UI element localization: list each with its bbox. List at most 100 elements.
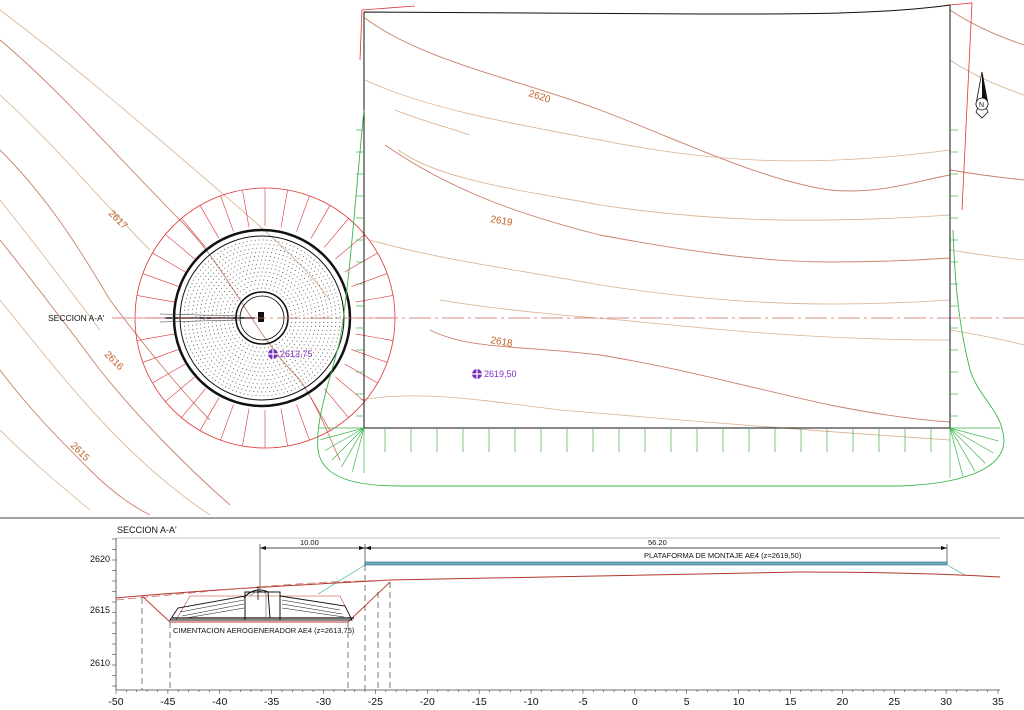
y-tick-label: 2615 xyxy=(90,605,110,615)
x-tick-label: -10 xyxy=(523,696,538,708)
slope-tick xyxy=(296,195,310,232)
platform-outline xyxy=(363,4,951,429)
platform-slab xyxy=(364,561,948,566)
contour-line xyxy=(384,144,951,263)
contour-line-minor xyxy=(0,9,331,301)
contour-line-minor xyxy=(0,199,101,331)
x-tick-label: -40 xyxy=(212,696,227,708)
contour-label: 2620 xyxy=(527,88,552,105)
slope-tick xyxy=(136,295,175,303)
slope-tick xyxy=(152,363,186,384)
spot-level-foundation: 2613,75 xyxy=(268,349,313,359)
x-tick-label: 20 xyxy=(837,696,849,708)
contour-label: 2617 xyxy=(106,208,130,232)
profile-title: SECCION A-A' xyxy=(117,525,177,535)
x-tick-label: 0 xyxy=(632,696,638,708)
platform-label: PLATAFORMA DE MONTAJE AE4 (z=2619,50) xyxy=(644,551,802,560)
x-tick-label: 35 xyxy=(992,696,1004,708)
slope-tick xyxy=(152,252,186,273)
slope-tick xyxy=(142,273,179,287)
existing-terrain-dashed xyxy=(115,579,391,601)
slope-tick xyxy=(323,218,349,248)
contour-line-minor xyxy=(949,329,1024,346)
x-tick-label: -5 xyxy=(578,696,587,708)
foundation-label: CIMENTACION AEROGENERADOR AE4 (z=2613,75… xyxy=(173,626,355,635)
x-tick-label: -30 xyxy=(316,696,331,708)
slope-tick xyxy=(351,273,388,287)
spot-level-value: 2613,75 xyxy=(280,349,313,359)
contour-line xyxy=(949,9,1024,46)
slope-tick xyxy=(323,388,349,418)
y-tick-label: 2610 xyxy=(90,658,110,668)
contour-label: 2615 xyxy=(68,440,92,464)
slope-tick xyxy=(199,397,220,431)
plan-view: 2620 2619 2618 2617 2616 2615 SECCION A-… xyxy=(0,2,1024,516)
contour-line-minor xyxy=(369,239,951,305)
contour-label: 2618 xyxy=(489,335,513,350)
x-tick-label: 15 xyxy=(785,696,797,708)
slope-tick xyxy=(280,189,288,228)
slope-tick xyxy=(136,333,175,341)
spot-level-platform: 2619,50 xyxy=(472,369,517,379)
contour-label: 2616 xyxy=(102,349,126,373)
contour-line-minor xyxy=(0,94,151,251)
y-minor-ticks xyxy=(112,538,116,687)
slope-tick xyxy=(199,205,220,239)
center-marker xyxy=(258,312,264,322)
fill-slope-outline xyxy=(317,109,1005,487)
x-tick-label: 5 xyxy=(684,696,690,708)
slope-tick xyxy=(165,376,195,402)
platform-boundary-red-right xyxy=(949,2,973,211)
foundation-section: CIMENTACION AEROGENERADOR AE4 (z=2613,75… xyxy=(169,586,355,635)
slope-tick xyxy=(355,295,394,303)
x-tick-label: -15 xyxy=(472,696,487,708)
slope-tick xyxy=(220,404,234,441)
slope-tick xyxy=(181,218,207,248)
x-tick-label: 10 xyxy=(733,696,745,708)
north-arrow-icon: N xyxy=(975,71,989,119)
slope-tick xyxy=(142,349,179,363)
contour-line-minor xyxy=(397,149,951,221)
slope-tick xyxy=(344,363,378,384)
x-tick-label: -50 xyxy=(108,696,123,708)
x-tick-label: -45 xyxy=(160,696,175,708)
contour-line xyxy=(949,169,1024,181)
dimension-text: 10.00 xyxy=(300,538,319,547)
engineering-drawing: 2620 2619 2618 2617 2616 2615 SECCION A-… xyxy=(0,2,1024,708)
contour-line xyxy=(0,149,211,421)
y-tick-label: 2620 xyxy=(90,554,110,564)
x-tick-label: -35 xyxy=(264,696,279,708)
contour-line xyxy=(0,39,341,461)
section-label: SECCION A-A' xyxy=(48,313,105,323)
x-tick-labels: -50 -45 -40 -35 -30 -25 -20 -15 -10 -5 0 5 10 15 20 25 3… xyxy=(108,696,1004,708)
north-symbol: N xyxy=(979,102,984,109)
fill-slope-hatching xyxy=(319,129,1000,478)
contour-line-minor xyxy=(0,299,211,516)
hatch-line xyxy=(949,427,964,477)
contour-line-minor xyxy=(359,395,951,441)
x-tick-label: 30 xyxy=(940,696,952,708)
contour-label: 2619 xyxy=(489,214,513,229)
hatch-line xyxy=(320,427,365,440)
slope-tick xyxy=(165,234,195,260)
hatch-line xyxy=(352,427,365,472)
slope-tick xyxy=(351,349,388,363)
section-profile: SECCION A-A' 2620 2615 2610 -50 -45 -40 -35… xyxy=(90,525,1004,708)
contour-line xyxy=(364,17,951,192)
terrain-profile xyxy=(115,571,1001,599)
slope-tick xyxy=(242,408,250,447)
slope-tick xyxy=(280,408,288,447)
contour-line-minor xyxy=(949,59,1024,96)
slope-tick xyxy=(335,376,365,402)
contour-line-minor xyxy=(364,79,951,162)
spot-level-value: 2619,50 xyxy=(484,369,517,379)
x-tick-label: -20 xyxy=(420,696,435,708)
contour-line-minor xyxy=(949,249,1024,261)
contour-line xyxy=(0,239,231,506)
slope-tick xyxy=(355,333,394,341)
slope-tick xyxy=(310,205,331,239)
x-minor-ticks xyxy=(115,690,999,694)
dimension-text: 56.20 xyxy=(648,538,667,547)
x-tick-label: 25 xyxy=(888,696,900,708)
x-tick-label: -25 xyxy=(368,696,383,708)
